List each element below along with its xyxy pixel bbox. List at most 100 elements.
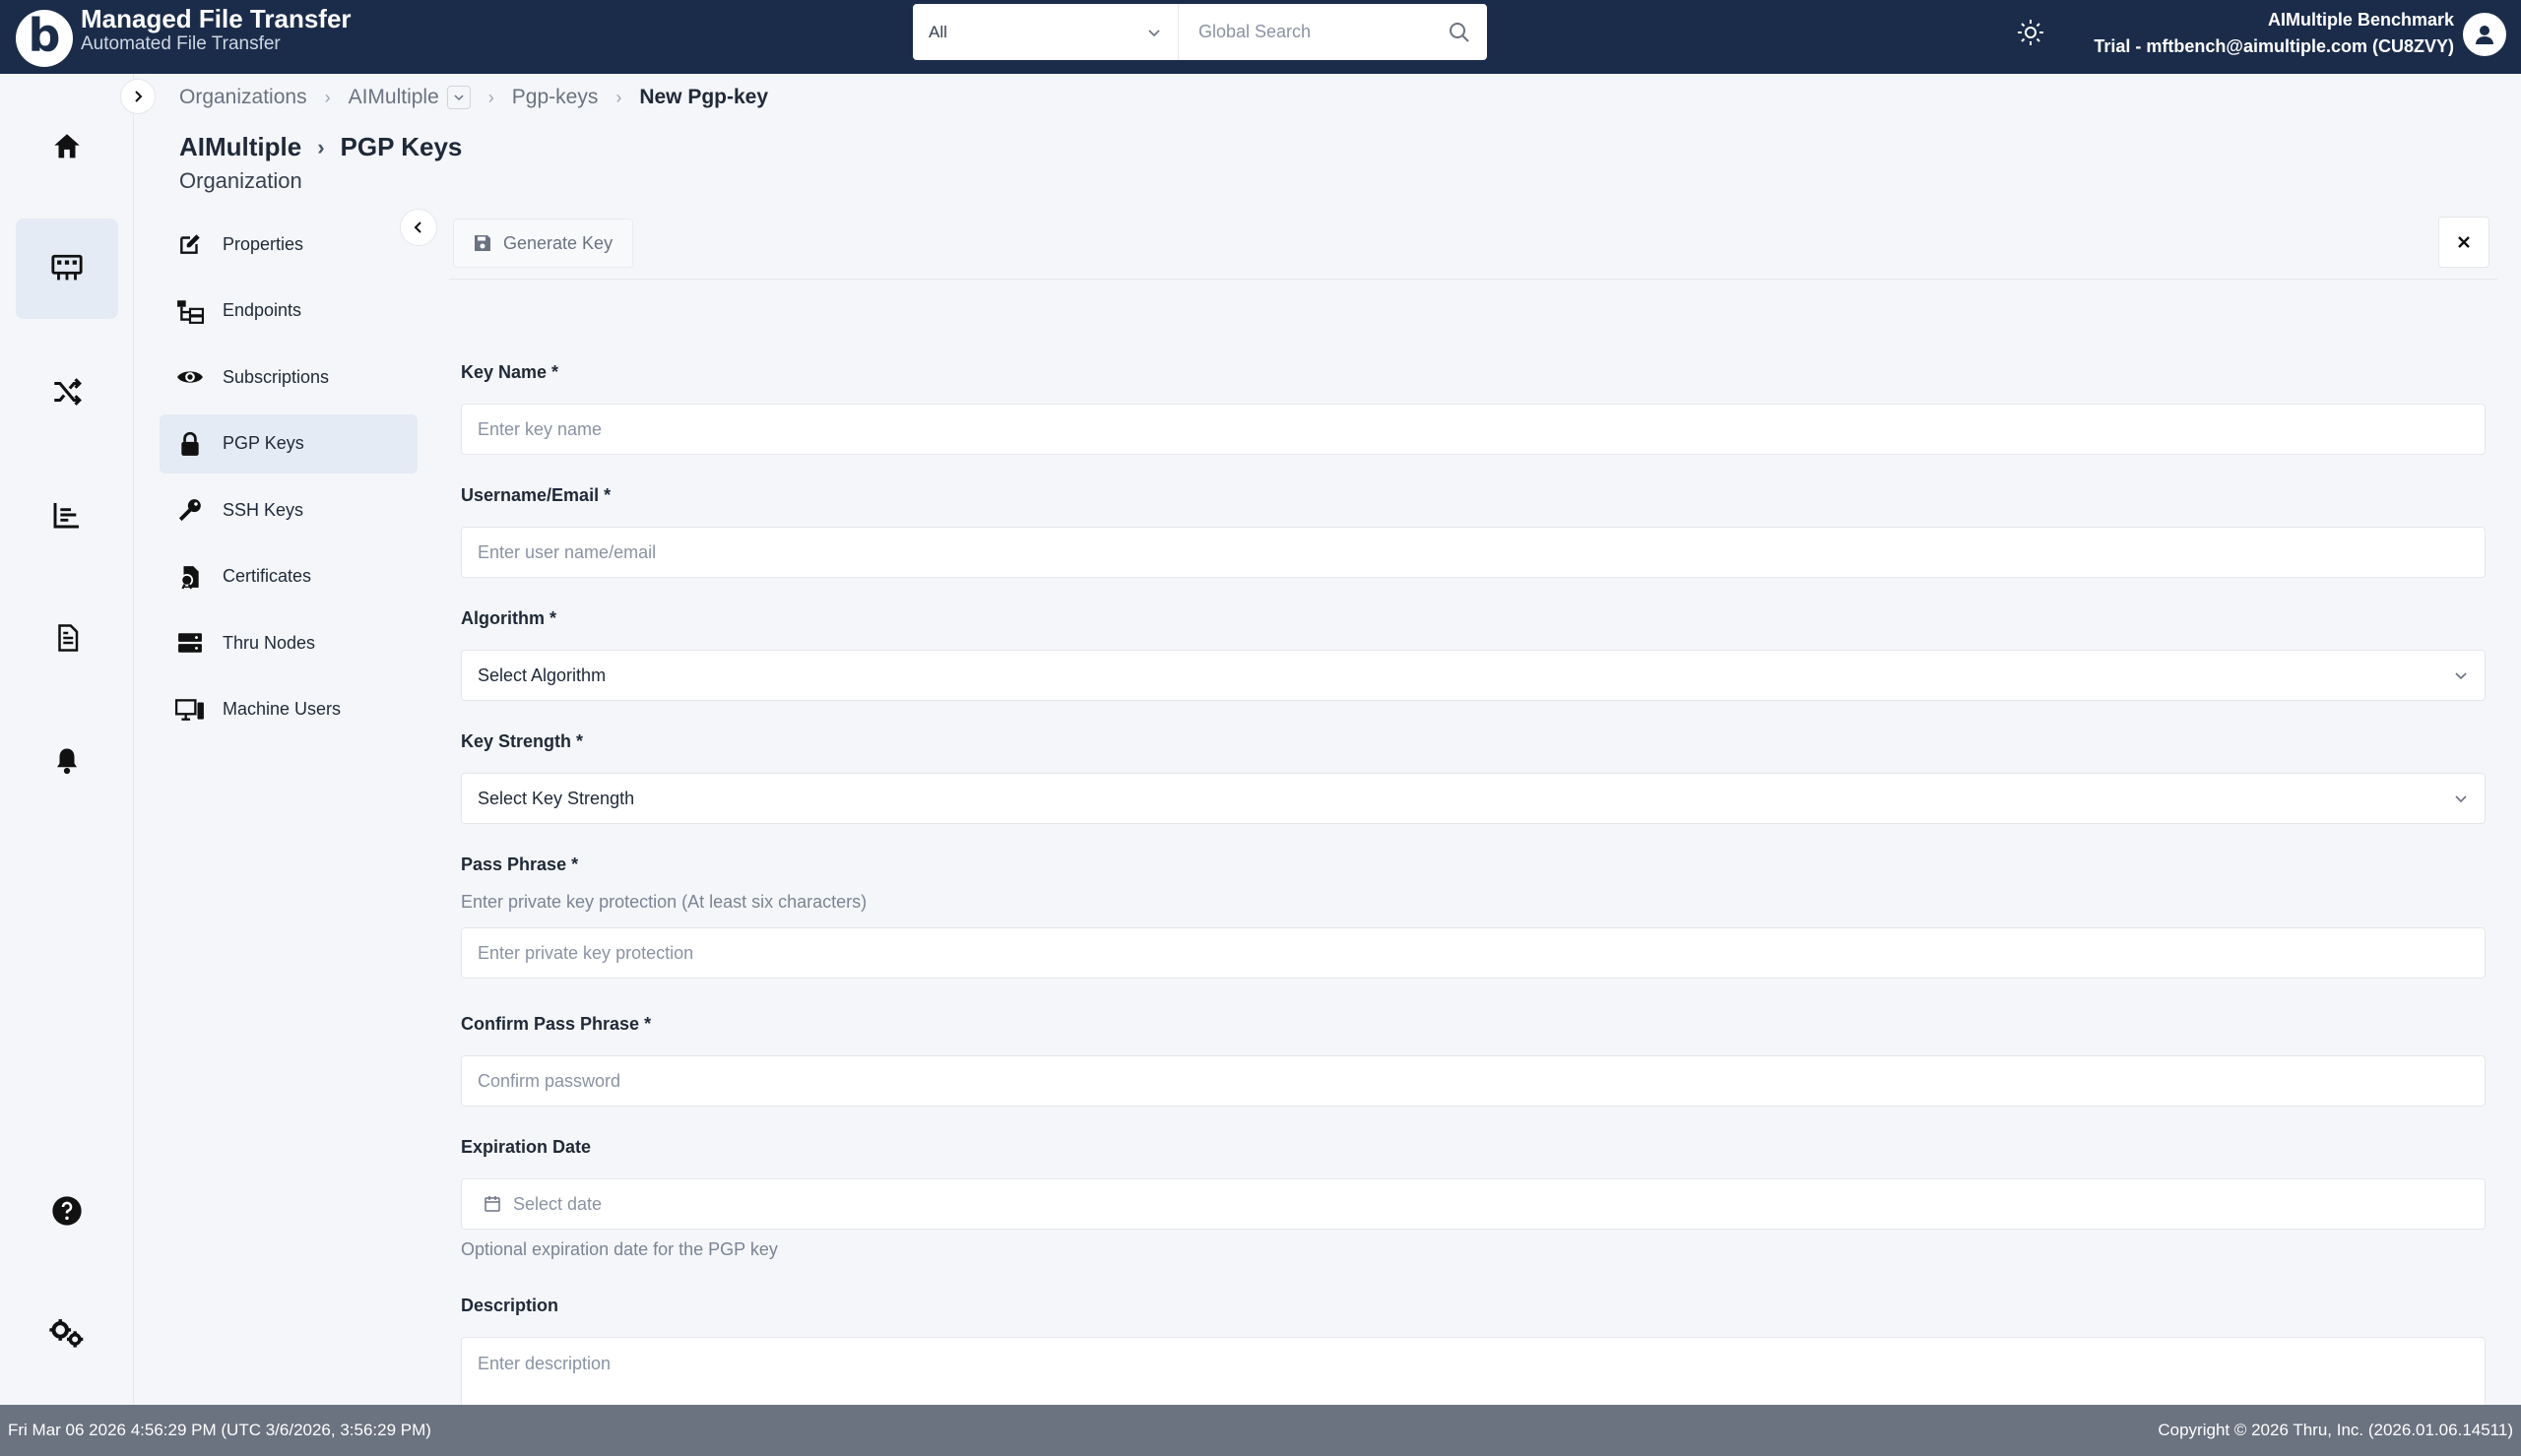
endpoints-icon [177, 299, 204, 324]
brand-subtitle: Automated File Transfer [81, 33, 281, 54]
logo[interactable]: b [16, 10, 73, 67]
calendar-icon [485, 1196, 500, 1212]
breadcrumb-current: New Pgp-key [639, 86, 769, 108]
document-icon [58, 624, 79, 652]
generate-key-button[interactable]: Generate Key [453, 219, 634, 268]
pass-phrase-placeholder: Enter private key protection [478, 942, 694, 963]
help-icon [52, 1196, 82, 1226]
subnav-collapse-button[interactable] [400, 209, 437, 246]
algorithm-value: Select Algorithm [478, 665, 607, 685]
logo-letter: b [28, 9, 61, 62]
rail-reports[interactable] [16, 465, 118, 565]
search-icon[interactable] [1448, 21, 1471, 44]
breadcrumb-aimultiple[interactable]: AIMultiple [349, 86, 439, 109]
description-placeholder: Enter description [478, 1354, 612, 1373]
page-title-section: PGP Keys [340, 132, 463, 161]
breadcrumb: Organizations › AIMultiple › Pgp-keys › … [179, 83, 768, 112]
bell-icon [57, 748, 77, 775]
expiration-placeholder: Select date [513, 1193, 603, 1214]
rail-home[interactable] [16, 96, 118, 197]
key-name-label: Key Name * [461, 362, 559, 382]
confirm-pass-label: Confirm Pass Phrase * [461, 1014, 652, 1034]
rail-help[interactable] [16, 1161, 118, 1261]
top-bar: b Managed File Transfer Automated File T… [0, 0, 2521, 74]
org-subnav: Properties Endpoints Subscriptions PGP K… [160, 215, 418, 746]
chevron-left-icon [414, 222, 421, 233]
subnav-item-subscriptions[interactable]: Subscriptions [160, 348, 418, 407]
close-icon [2458, 236, 2470, 248]
computer-icon [175, 698, 204, 721]
home-icon [54, 134, 80, 158]
status-bar: Fri Mar 06 2026 4:56:29 PM (UTC 3/6/2026… [0, 1405, 2521, 1456]
subnav-item-certificates[interactable]: Certificates [160, 547, 418, 606]
subnav-item-label: Thru Nodes [223, 632, 316, 653]
key-name-field: Key Name * Enter key name [461, 362, 2486, 455]
page-title-separator: › [317, 134, 325, 159]
subnav-item-machine-users[interactable]: Machine Users [160, 680, 418, 739]
rail-settings[interactable] [16, 1284, 118, 1384]
pgp-key-panel: Generate Key Key Name * Enter key name U… [449, 213, 2497, 1416]
key-strength-select[interactable]: Select Key Strength [461, 773, 2486, 824]
avatar[interactable] [2463, 13, 2506, 56]
username-label: Username/Email * [461, 485, 612, 505]
confirm-pass-input[interactable]: Confirm password [461, 1055, 2486, 1107]
page-heading: AIMultiple › PGP Keys Organization [179, 132, 462, 194]
breadcrumb-organizations[interactable]: Organizations [179, 86, 307, 109]
expiration-label: Expiration Date [461, 1137, 592, 1157]
rail-notifications[interactable] [16, 711, 118, 811]
search-scope-value: All [929, 22, 947, 41]
global-search-box: All Global Search [913, 4, 1487, 60]
username-input[interactable]: Enter user name/email [461, 527, 2486, 578]
rail-documents[interactable] [16, 588, 118, 688]
username-field: Username/Email * Enter user name/email [461, 485, 2486, 578]
subnav-item-thru-nodes[interactable]: Thru Nodes [160, 613, 418, 672]
expiration-date-input[interactable]: Select date [461, 1178, 2486, 1230]
page-subtitle: Organization [179, 168, 302, 193]
user-info[interactable]: AIMultiple Benchmark Trial - mftbench@ai… [2094, 6, 2454, 59]
edit-icon [180, 234, 200, 254]
breadcrumb-org-dropdown[interactable] [446, 86, 471, 109]
search-scope-select[interactable]: All [913, 4, 1179, 60]
generate-key-label: Generate Key [503, 232, 614, 253]
subnav-item-endpoints[interactable]: Endpoints [160, 282, 418, 341]
subnav-item-label: Machine Users [223, 699, 342, 719]
user-name: AIMultiple Benchmark [2267, 10, 2454, 30]
save-icon [475, 235, 490, 251]
confirm-pass-field: Confirm Pass Phrase * Confirm password [461, 1014, 2486, 1107]
rail-dashboard[interactable] [16, 219, 118, 319]
breadcrumb-pgp-keys[interactable]: Pgp-keys [512, 86, 599, 109]
key-icon [178, 499, 201, 522]
subnav-item-pgp-keys[interactable]: PGP Keys [160, 413, 418, 474]
algorithm-field: Algorithm * Select Algorithm [461, 608, 2486, 701]
dashboard-icon [51, 254, 83, 281]
description-label: Description [461, 1296, 559, 1315]
key-strength-label: Key Strength * [461, 731, 584, 751]
shuffle-icon [54, 378, 82, 406]
key-name-placeholder: Enter key name [478, 418, 603, 439]
key-name-input[interactable]: Enter key name [461, 404, 2486, 455]
global-search-input[interactable]: Global Search [1179, 21, 1487, 44]
rail-transfers[interactable] [16, 342, 118, 442]
server-icon [178, 633, 202, 653]
theme-toggle-icon[interactable] [2016, 18, 2045, 47]
chevron-down-icon [1148, 29, 1160, 36]
status-timestamp: Fri Mar 06 2026 4:56:29 PM (UTC 3/6/2026… [8, 1421, 431, 1439]
subnav-item-properties[interactable]: Properties [160, 215, 418, 274]
description-input[interactable]: Enter description [461, 1337, 2486, 1416]
subnav-item-label: SSH Keys [223, 499, 304, 520]
lock-icon [181, 431, 199, 456]
panel-toolbar: Generate Key [449, 213, 2497, 280]
subnav-item-label: Subscriptions [223, 366, 330, 387]
expiration-hint: Optional expiration date for the PGP key [461, 1239, 778, 1259]
pass-phrase-field: Pass Phrase * Enter private key protecti… [461, 855, 2486, 979]
rail-expand-button[interactable] [120, 79, 156, 114]
algorithm-label: Algorithm * [461, 608, 556, 628]
algorithm-select[interactable]: Select Algorithm [461, 650, 2486, 701]
pass-phrase-input[interactable]: Enter private key protection [461, 927, 2486, 979]
subnav-item-ssh-keys[interactable]: SSH Keys [160, 480, 418, 539]
certificate-icon [180, 565, 199, 589]
username-placeholder: Enter user name/email [478, 541, 657, 562]
description-field: Description Enter description [461, 1296, 2486, 1416]
close-button[interactable] [2438, 217, 2489, 268]
status-copyright: Copyright © 2026 Thru, Inc. (2026.01.06.… [2158, 1421, 2513, 1439]
